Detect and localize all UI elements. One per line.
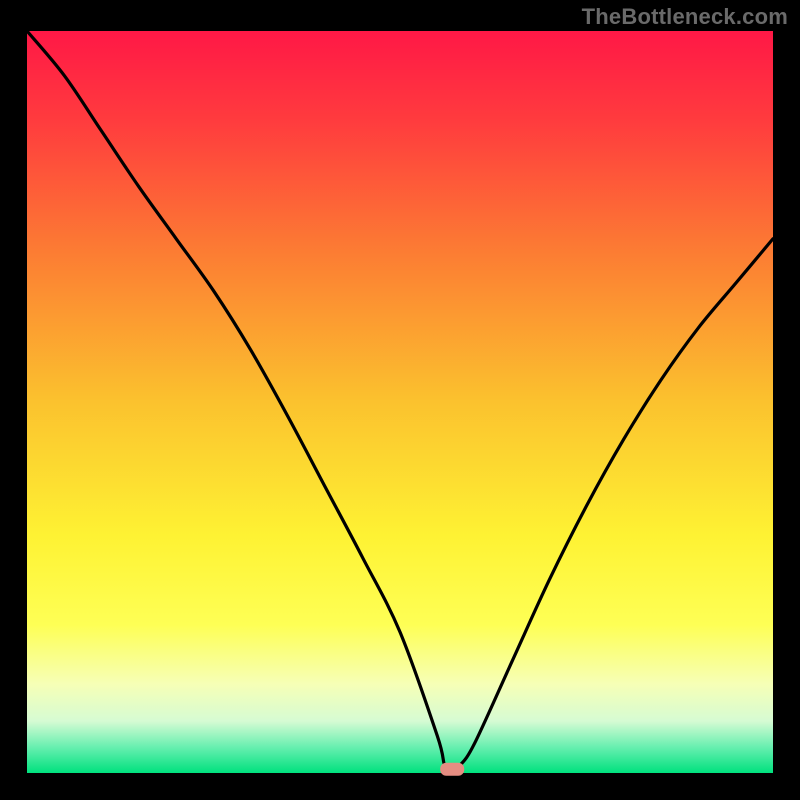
chart-frame: TheBottleneck.com — [0, 0, 800, 800]
optimum-marker — [440, 763, 464, 776]
bottleneck-chart — [0, 0, 800, 800]
plot-background — [27, 31, 773, 773]
